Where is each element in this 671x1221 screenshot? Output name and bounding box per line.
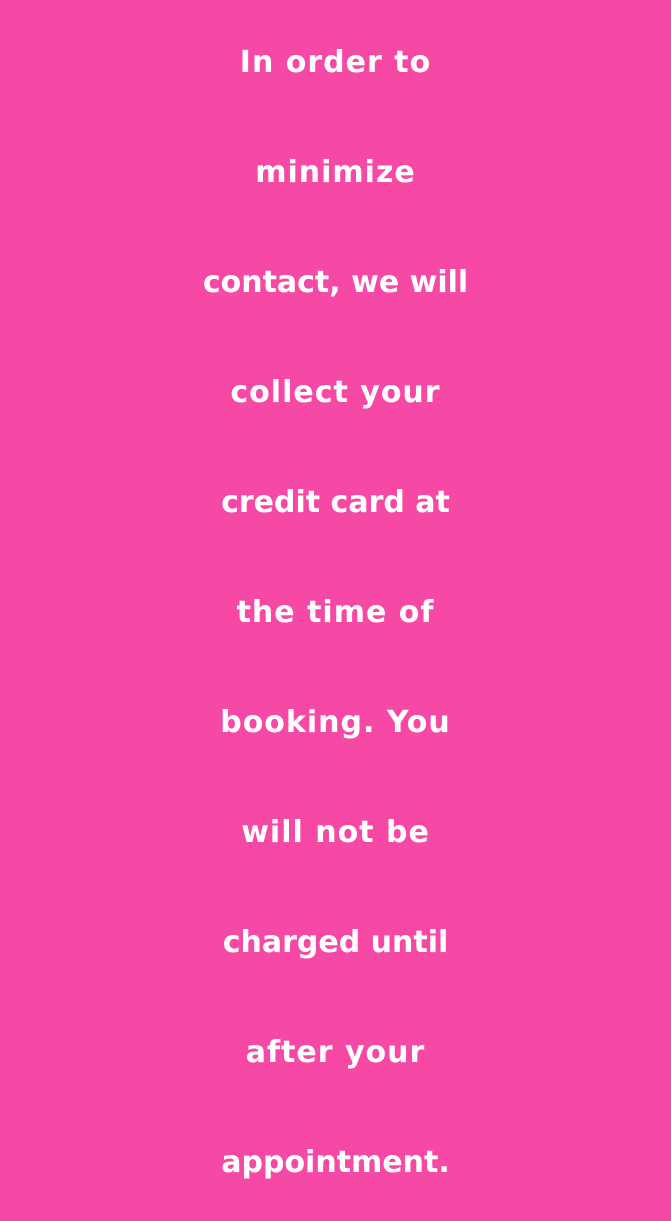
poster-background: In order to minimize contact, we will co…: [0, 0, 671, 1221]
notice-line-5: credit card at: [221, 485, 450, 520]
notice-message: In order to minimize contact, we will co…: [0, 8, 671, 1218]
notice-line-2: minimize: [255, 155, 416, 190]
notice-line-10: after your: [245, 1035, 426, 1070]
notice-line-8: will not be: [241, 815, 430, 850]
notice-line-1: In order to: [239, 45, 432, 80]
notice-line-11: appointment.: [221, 1145, 450, 1180]
notice-line-3: contact, we will: [202, 265, 469, 300]
notice-line-7: booking. You: [220, 705, 451, 740]
notice-line-4: collect your: [230, 375, 441, 410]
notice-line-6: the time of: [236, 595, 435, 630]
notice-line-9: charged until: [222, 925, 449, 960]
